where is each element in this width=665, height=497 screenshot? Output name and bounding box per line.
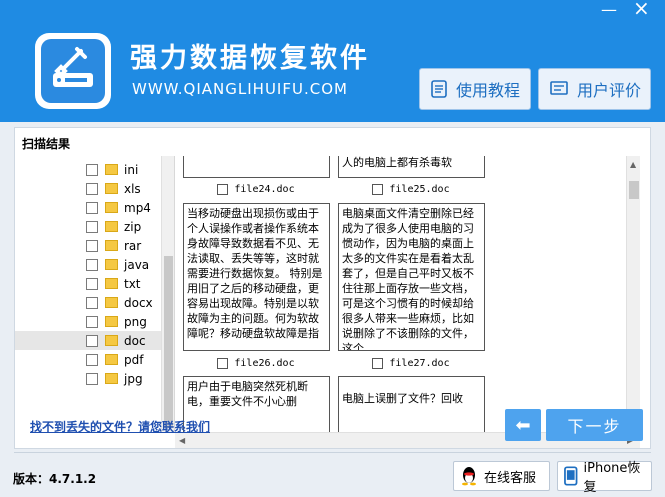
minimize-button[interactable]: — <box>601 2 617 18</box>
scan-results-panel: 扫描结果 ini xls mp4 zip rar java txt docx p… <box>14 127 651 449</box>
tree-scroll-thumb[interactable] <box>164 256 173 428</box>
folder-icon <box>105 240 118 251</box>
online-service-label: 在线客服 <box>484 470 537 486</box>
file-name-row[interactable]: file24.doc <box>181 180 331 198</box>
files-scroll-thumb[interactable] <box>629 181 639 199</box>
folder-icon <box>105 183 118 194</box>
tree-item-xls[interactable]: xls <box>15 179 161 198</box>
scan-results-title: 扫描结果 <box>22 137 71 151</box>
version-label: 版本：4.7.1.2 <box>13 472 97 486</box>
tree-checkbox[interactable] <box>86 296 98 309</box>
folder-icon <box>105 278 118 289</box>
app-logo <box>35 33 111 109</box>
folder-icon <box>105 297 118 308</box>
tree-scrollbar[interactable] <box>161 156 174 432</box>
qq-penguin-icon <box>462 467 476 486</box>
document-icon <box>431 80 447 98</box>
phone-icon <box>564 466 578 486</box>
tree-item-docx[interactable]: docx <box>15 293 161 312</box>
tree-checkbox[interactable] <box>86 220 98 233</box>
folder-icon <box>105 354 118 365</box>
file-preview-card[interactable]: 人的电脑上都有杀毒软 <box>338 156 485 178</box>
tree-checkbox[interactable] <box>86 239 98 252</box>
folder-icon <box>105 221 118 232</box>
file-name-row[interactable]: file27.doc <box>336 354 486 372</box>
app-url: WWW.QIANGLIHUIFU.COM <box>132 80 348 98</box>
tree-item-java[interactable]: java <box>15 255 161 274</box>
online-service-button[interactable]: 在线客服 <box>453 461 550 491</box>
iphone-recovery-button[interactable]: iPhone恢复 <box>557 461 652 495</box>
review-button-label: 用户评价 <box>577 81 642 100</box>
tree-item-ini[interactable]: ini <box>15 160 161 179</box>
tree-item-txt[interactable]: txt <box>15 274 161 293</box>
file-preview-card[interactable]: 当移动硬盘出现损伤或由于个人误操作或者操作系统本身故障导致数据看不见、无法读取、… <box>183 203 330 351</box>
app-header: 强力数据恢复软件 WWW.QIANGLIHUIFU.COM — × 使用教程 用… <box>0 0 665 122</box>
file-preview-card[interactable]: 电脑桌面文件清空删除已经成为了很多人使用电脑的习惯动作，因为电脑的桌面上太多的文… <box>338 203 485 351</box>
folder-icon <box>105 202 118 213</box>
file-preview-card[interactable]: 电脑上误删了文件？回收 <box>338 376 485 432</box>
files-scrollbar[interactable]: ▲ ▼ <box>626 156 640 432</box>
scroll-left-icon[interactable]: ◀ <box>179 436 185 445</box>
tree-checkbox[interactable] <box>86 353 98 366</box>
hard-drive-icon <box>53 47 93 87</box>
file-name-row[interactable]: file25.doc <box>336 180 486 198</box>
tree-checkbox[interactable] <box>86 163 98 176</box>
tree-item-rar[interactable]: rar <box>15 236 161 255</box>
tree-item-zip[interactable]: zip <box>15 217 161 236</box>
tree-checkbox[interactable] <box>86 315 98 328</box>
file-preview-card[interactable] <box>183 156 330 178</box>
folder-icon <box>105 316 118 327</box>
review-button[interactable]: 用户评价 <box>538 68 651 110</box>
folder-icon <box>105 335 118 346</box>
comment-icon <box>550 81 568 95</box>
scroll-up-icon[interactable]: ▲ <box>630 160 636 169</box>
app-title: 强力数据恢复软件 <box>130 43 370 74</box>
tree-item-doc[interactable]: doc <box>15 331 161 350</box>
back-button[interactable]: ⬅ <box>505 409 541 441</box>
folder-icon <box>105 373 118 384</box>
iphone-recovery-label: iPhone恢复 <box>583 461 641 495</box>
tree-checkbox[interactable] <box>86 182 98 195</box>
folder-icon <box>105 164 118 175</box>
tutorial-button-label: 使用教程 <box>456 81 521 100</box>
close-button[interactable]: × <box>633 0 650 18</box>
file-checkbox[interactable] <box>372 357 384 369</box>
tree-item-jpg[interactable]: jpg <box>15 369 161 388</box>
back-arrow-icon: ⬅ <box>515 414 531 436</box>
contact-us-link[interactable]: 找不到丢失的文件？请您联系我们 <box>30 418 210 435</box>
tree-checkbox[interactable] <box>86 334 98 347</box>
file-type-tree: ini xls mp4 zip rar java txt docx png do… <box>15 156 175 432</box>
footer-divider <box>14 452 651 453</box>
file-name-row[interactable]: file26.doc <box>181 354 331 372</box>
tree-checkbox[interactable] <box>86 258 98 271</box>
tree-checkbox[interactable] <box>86 201 98 214</box>
tree-checkbox[interactable] <box>86 277 98 290</box>
tutorial-button[interactable]: 使用教程 <box>419 68 531 110</box>
tree-item-pdf[interactable]: pdf <box>15 350 161 369</box>
tree-checkbox[interactable] <box>86 372 98 385</box>
file-checkbox[interactable] <box>217 357 229 369</box>
tree-item-png[interactable]: png <box>15 312 161 331</box>
file-checkbox[interactable] <box>217 183 229 195</box>
file-preview-grid: 人的电脑上都有杀毒软 file24.doc file25.doc 当移动硬盘出现… <box>181 156 626 432</box>
file-checkbox[interactable] <box>372 183 384 195</box>
tree-item-mp4[interactable]: mp4 <box>15 198 161 217</box>
next-step-button[interactable]: 下一步 <box>546 409 643 441</box>
folder-icon <box>105 259 118 270</box>
